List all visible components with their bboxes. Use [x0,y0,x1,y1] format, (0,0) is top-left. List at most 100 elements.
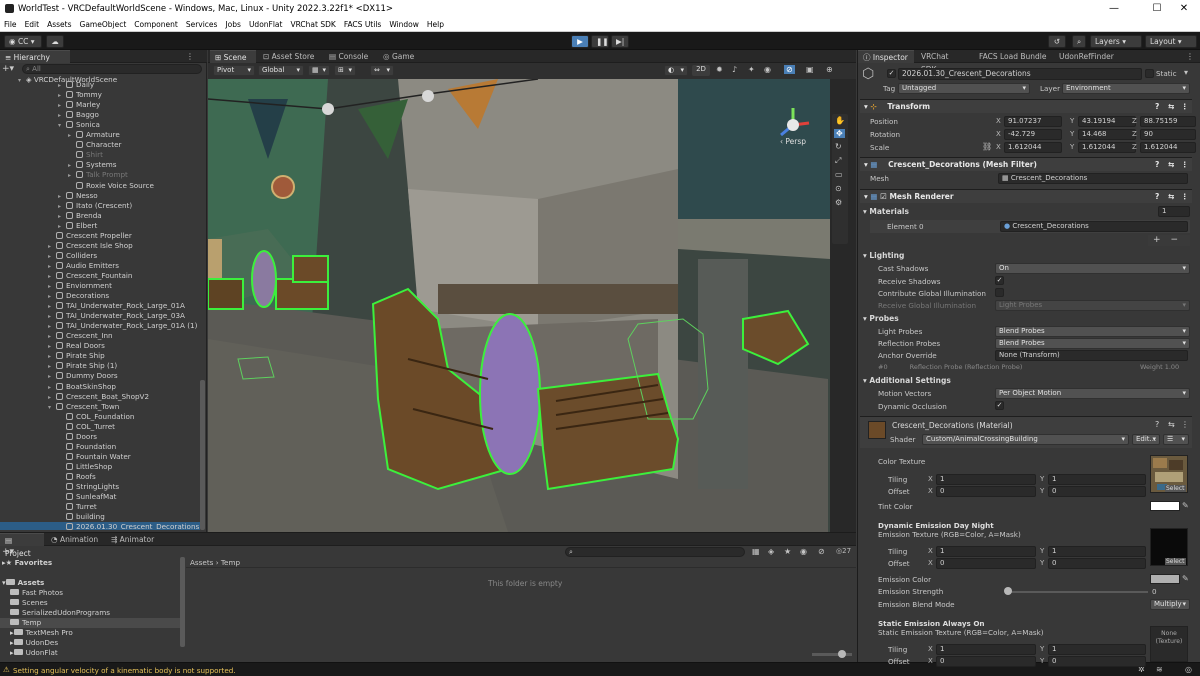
icon-size-slider[interactable] [812,653,852,656]
shader-edit-button[interactable]: Edit... [1132,434,1160,445]
materials-section[interactable]: ▾ Materials [863,207,909,216]
hierarchy-row[interactable]: LittleShop [0,462,200,472]
element-0-field[interactable]: ● Crescent_Decorations [1000,221,1188,232]
hierarchy-row[interactable]: Roofs [0,472,200,482]
reflection-probes-dropdown[interactable]: Blend Probes [995,338,1190,349]
preset-icon[interactable]: ⇆ [1168,190,1174,204]
tab-project[interactable]: ▤ Project [0,533,44,558]
hierarchy-row[interactable]: ▸ Daily [0,80,200,90]
hierarchy-row[interactable]: ▸ Tommy [0,90,200,100]
hierarchy-row[interactable]: ▸ Nesso [0,191,200,201]
status-message[interactable]: Setting angular velocity of a kinematic … [13,666,236,675]
hierarchy-row[interactable]: ▸ Itato (Crescent) [0,201,200,211]
tab-scene[interactable]: ⊞ Scene [210,50,256,63]
menu-window[interactable]: Window [385,18,423,29]
transform-header[interactable]: ▾ ⊹ Transform? ⇆ ⋮ [860,99,1192,113]
static-emission-texture-slot[interactable]: None (Texture) [1150,626,1188,662]
hierarchy-row[interactable]: ▸ Pirate Ship [0,351,200,361]
history-icon[interactable]: ↺ [1048,35,1066,48]
shader-menu-icon[interactable]: ☰ [1163,434,1189,445]
scale-x-field[interactable]: 1.612044 [1004,142,1062,153]
help-icon[interactable]: ? [1155,100,1159,114]
menu-gameobject[interactable]: GameObject [76,18,131,29]
renderer-enabled-checkbox[interactable]: ☑ [880,192,887,201]
gizmos-icon[interactable]: ⊕ [826,65,833,74]
rect-tool-icon[interactable]: ▭ [835,170,843,179]
scene-viewport[interactable] [208,79,830,532]
layers-dropdown[interactable]: Layers ▾ [1090,35,1142,48]
filter-label-icon[interactable]: ◈ [768,547,774,556]
dyn-offset-y-field[interactable]: 0 [1048,558,1146,569]
tab-udonreffinder[interactable]: UdonRefFinder [1054,50,1120,63]
rotation-y-field[interactable]: 14.468 [1078,129,1136,140]
dyn-offset-x-field[interactable]: 0 [936,558,1036,569]
list-remove-icon[interactable]: − [1171,235,1179,245]
2d-toggle[interactable]: 2D [692,65,710,76]
tab-console[interactable]: ▤ Console [324,50,376,63]
hierarchy-row[interactable]: ▸ Colliders [0,251,200,261]
help-icon[interactable]: ? [1155,420,1159,429]
component-menu-icon[interactable]: ⋮ [1181,100,1189,114]
position-z-field[interactable]: 88.75159 [1140,116,1196,127]
scale-tool-icon[interactable]: ⤢ [835,156,841,166]
hierarchy-row[interactable]: Shirt [0,150,200,160]
additional-settings-section[interactable]: ▾ Additional Settings [863,376,951,385]
menu-udonflat[interactable]: UdonFlat [245,18,287,29]
mesh-field[interactable]: ▦ Crescent_Decorations [998,173,1188,184]
dyn-tiling-x-field[interactable]: 1 [936,546,1036,557]
project-search-input[interactable]: ⌕ [565,547,745,557]
select-button[interactable]: Select [1165,558,1186,565]
more-icon[interactable]: ⋮ [186,52,194,61]
menu-help[interactable]: Help [423,18,448,29]
hierarchy-row[interactable]: ▸ Crescent_Fountain [0,271,200,281]
hierarchy-row[interactable]: ▸ Crescent_Inn [0,331,200,341]
hierarchy-row[interactable]: ▾ Crescent_Town [0,402,200,412]
account-dropdown[interactable]: ◉ CC ▾ [4,35,42,48]
static-tiling-x-field[interactable]: 1 [936,644,1036,655]
color-offset-x-field[interactable]: 0 [936,486,1036,497]
eyedropper-icon[interactable]: ✎ [1182,574,1189,583]
preset-icon[interactable]: ⇆ [1168,420,1175,429]
hierarchy-row[interactable]: Turret [0,502,200,512]
emission-strength-thumb[interactable] [1004,587,1012,595]
help-icon[interactable]: ? [1155,158,1159,172]
more-icon[interactable]: ⋮ [1186,52,1194,61]
gizmo-toggle-icon[interactable]: ⊘ [784,65,795,74]
hierarchy-row[interactable]: COL_Turret [0,422,200,432]
help-icon[interactable]: ? [1155,190,1159,204]
materials-count-field[interactable]: 1 [1158,206,1190,217]
emission-texture-slot[interactable]: Select [1150,528,1188,566]
lighting-section[interactable]: ▾ Lighting [863,251,904,260]
component-menu-icon[interactable]: ⋮ [1181,190,1189,204]
material-header[interactable]: Crescent_Decorations (Material) Shader C… [860,416,1192,448]
hierarchy-row[interactable]: building [0,512,200,522]
hierarchy-row[interactable]: Fountain Water [0,452,200,462]
position-x-field[interactable]: 91.07237 [1004,116,1062,127]
hierarchy-row[interactable]: Roxie Voice Source [0,181,200,191]
emission-color-swatch[interactable] [1150,574,1180,584]
project-add-icon[interactable]: +▾ [2,547,14,557]
hierarchy-row[interactable]: Crescent Propeller [0,231,200,241]
tab-game[interactable]: ◎ Game [378,50,422,63]
search-icon[interactable]: ⌕ [1072,35,1086,48]
light-probes-dropdown[interactable]: Blend Probes [995,326,1190,337]
hierarchy-row[interactable]: Foundation [0,442,200,452]
project-folder-row[interactable]: SerializedUdonPrograms [0,608,180,618]
audio-icon[interactable]: ♪ [732,65,737,74]
menu-edit[interactable]: Edit [21,18,44,29]
tab-animation[interactable]: ◔ Animation [46,533,104,546]
hierarchy-row[interactable]: ▸ Armature [0,130,200,140]
list-add-icon[interactable]: + [1153,235,1161,245]
breadcrumb-assets[interactable]: Assets [190,558,213,567]
icon-size-slider-thumb[interactable] [838,650,846,658]
project-folder-row[interactable]: ▸ TextMesh Pro [0,628,180,638]
eyedropper-icon[interactable]: ✎ [1182,501,1189,510]
hierarchy-row[interactable]: ▸ Brenda [0,211,200,221]
scale-link-icon[interactable]: ⛓ [982,142,992,151]
compile-icon[interactable]: ◎ [1185,665,1192,674]
color-offset-y-field[interactable]: 0 [1048,486,1146,497]
color-tiling-y-field[interactable]: 1 [1048,474,1146,485]
menu-services[interactable]: Services [182,18,222,29]
hierarchy-row[interactable]: 2026.01.30_Crescent_Decorations [0,522,200,530]
breadcrumb-temp[interactable]: Temp [221,558,240,567]
